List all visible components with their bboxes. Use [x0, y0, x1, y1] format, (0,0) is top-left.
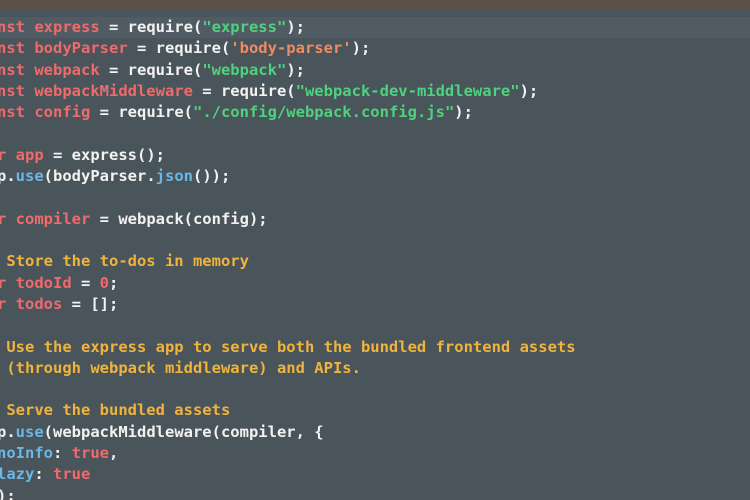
code-token: r [0, 209, 7, 228]
code-line-content: p.use(bodyParser.json()); [0, 167, 230, 185]
code-line-content: Use the express app to serve both the bu… [0, 337, 576, 356]
code-token: todos [15, 294, 63, 313]
code-token: (bodyParser. [43, 167, 156, 186]
code-token: = []; [62, 294, 119, 313]
code-line[interactable]: Store the to-dos in memory [0, 251, 249, 272]
code-line[interactable]: p.use(bodyParser.json()); [0, 166, 230, 187]
code-line[interactable]: r todoId = 0; [0, 273, 118, 294]
code-line-content: r todos = []; [0, 295, 118, 313]
code-token: lazy [0, 465, 35, 484]
code-token: = require( [192, 81, 296, 100]
code-line-content: nst express = require("express"); [0, 18, 305, 36]
code-line[interactable]: Serve the bundled assets [0, 400, 230, 421]
code-line[interactable]: noInfo: true, [0, 443, 118, 464]
code-line-content: nst bodyParser = require('body-parser'); [0, 39, 370, 57]
code-token: webpackMiddleware [34, 81, 193, 100]
code-token: r [0, 273, 7, 292]
code-line[interactable]: nst express = require("express"); [0, 17, 750, 38]
code-token: , [109, 444, 119, 462]
code-line[interactable]: r compiler = webpack(config); [0, 209, 268, 230]
code-line-content: Serve the bundled assets [0, 401, 230, 419]
code-token: config [34, 103, 91, 122]
code-token: Store the to-dos in memory [0, 252, 249, 271]
code-token: ); [351, 39, 371, 58]
code-line-content: r compiler = webpack(config); [0, 210, 268, 228]
code-token: nst [0, 103, 35, 122]
code-token: nst [0, 39, 35, 58]
code-token: nst [0, 60, 35, 79]
code-token: "express" [202, 18, 287, 36]
code-token: nst [0, 18, 35, 36]
code-line[interactable]: p.use(webpackMiddleware(compiler, { [0, 422, 324, 443]
code-token: : [53, 444, 72, 462]
code-token: (webpackMiddleware(compiler, { [43, 422, 324, 441]
code-line[interactable]: ); [0, 486, 16, 500]
code-token: p. [0, 167, 16, 186]
code-line-content: Store the to-dos in memory [0, 252, 249, 270]
code-token: Use the express app to serve both the bu… [0, 337, 576, 356]
code-token: = require( [127, 39, 231, 58]
code-line-content: r app = express(); [0, 146, 165, 164]
code-token: = express(); [43, 145, 165, 164]
code-line-content: nst webpack = require("webpack"); [0, 61, 305, 79]
code-line[interactable]: nst config = require("./config/webpack.c… [0, 102, 473, 123]
code-token: noInfo [0, 444, 53, 462]
code-token: true [53, 465, 91, 484]
code-token: 'body-parser' [230, 39, 352, 58]
code-line-content: nst config = require("./config/webpack.c… [0, 103, 473, 121]
code-token: r [0, 294, 7, 313]
code-token: ()); [192, 167, 231, 186]
code-token: Serve the bundled assets [0, 401, 231, 420]
code-token: ); [286, 18, 305, 36]
code-line[interactable]: r app = express(); [0, 145, 165, 166]
code-token: "webpack" [202, 60, 287, 79]
code-token: : [34, 465, 53, 484]
code-token: 0 [99, 273, 110, 292]
code-token: r [0, 145, 7, 164]
code-line[interactable]: Use the express app to serve both the bu… [0, 337, 576, 358]
code-line-content: noInfo: true, [0, 444, 118, 462]
code-line[interactable]: nst bodyParser = require('body-parser'); [0, 38, 370, 59]
code-line-content: nst webpackMiddleware = require("webpack… [0, 82, 538, 100]
code-line-content: ); [0, 487, 16, 500]
code-line[interactable]: r todos = []; [0, 294, 118, 315]
code-token: use [15, 422, 44, 441]
code-token: true [71, 444, 109, 462]
code-token: ); [454, 103, 473, 122]
code-editor[interactable]: nst express = require("express"); nst bod… [0, 10, 750, 500]
code-token: express [34, 18, 100, 36]
top-annotation-strip [0, 0, 750, 10]
code-token: ); [519, 81, 539, 100]
code-token: webpack [34, 60, 100, 79]
code-token: = require( [99, 60, 203, 79]
code-line[interactable]: nst webpackMiddleware = require("webpack… [0, 81, 538, 102]
code-token: ); [286, 60, 305, 79]
code-token: nst [0, 81, 35, 100]
code-token: (through webpack middleware) and APIs. [0, 358, 361, 377]
code-line[interactable]: (through webpack middleware) and APIs. [0, 358, 361, 379]
code-token: todoId [15, 273, 72, 292]
code-token: use [15, 167, 44, 186]
code-token: = require( [99, 18, 203, 36]
code-token: ); [0, 486, 16, 500]
code-token: json [155, 167, 193, 186]
code-line-content: (through webpack middleware) and APIs. [0, 359, 361, 377]
code-line-content: lazy: true [0, 465, 90, 483]
code-token: = webpack(config); [90, 209, 268, 228]
code-token: ; [109, 273, 119, 292]
code-token: = require( [90, 103, 193, 122]
code-token: bodyParser [34, 39, 128, 58]
code-line-content: p.use(webpackMiddleware(compiler, { [0, 423, 324, 441]
code-token: app [15, 145, 44, 164]
code-token: "./config/webpack.config.js" [192, 103, 455, 122]
code-token: compiler [15, 209, 91, 228]
code-token: p. [0, 422, 16, 441]
code-line[interactable]: lazy: true [0, 464, 90, 485]
code-token: = [71, 273, 100, 292]
code-line[interactable]: nst webpack = require("webpack"); [0, 60, 305, 81]
code-line-content: r todoId = 0; [0, 274, 118, 292]
code-token: "webpack-dev-middleware" [295, 81, 520, 100]
